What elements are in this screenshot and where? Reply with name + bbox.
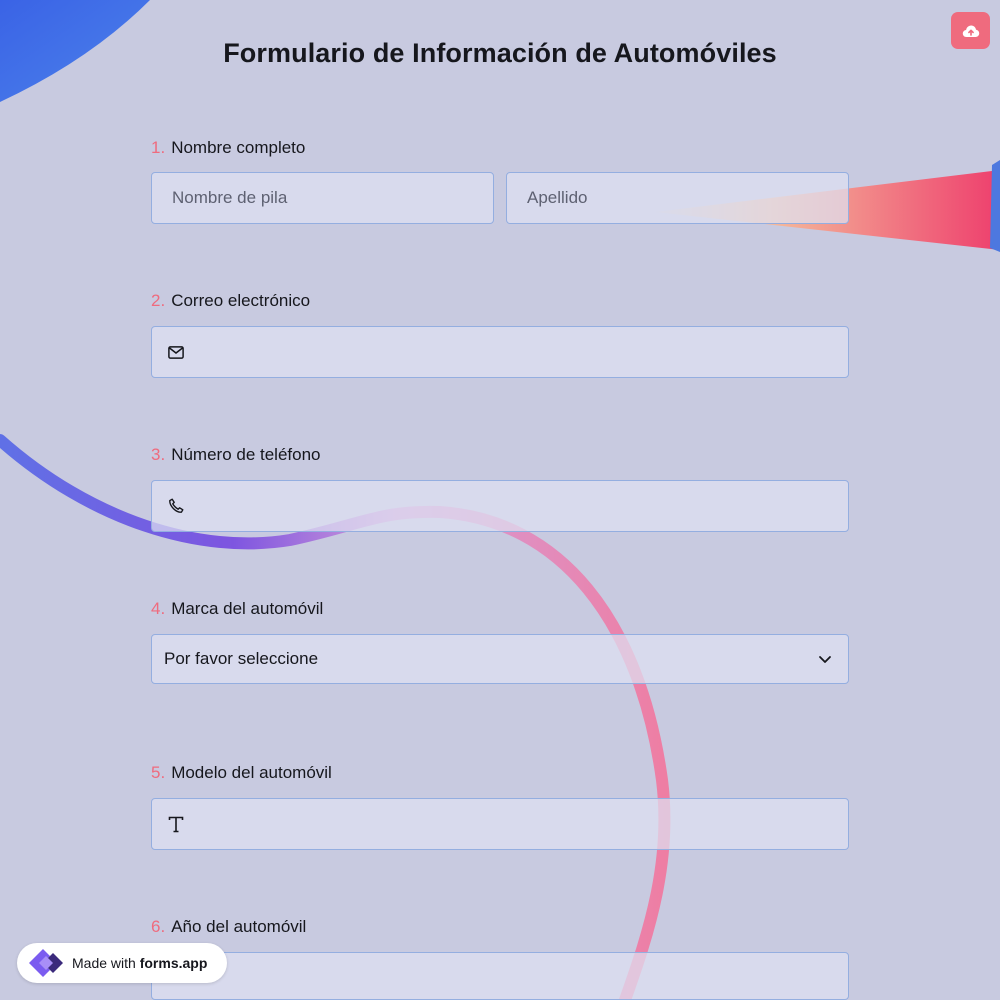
question-text: Modelo del automóvil [171,763,332,782]
chevron-down-icon [816,650,834,668]
question-text: Número de teléfono [171,445,321,464]
question-label: 4. Marca del automóvil [151,597,849,621]
email-input[interactable] [152,327,848,377]
car-brand-select[interactable]: Por favor seleccione [151,634,849,684]
car-model-field[interactable] [151,798,849,850]
phone-icon [166,496,186,516]
question-number: 6. [151,917,166,936]
phone-input[interactable] [152,481,848,531]
last-name-field[interactable] [506,172,849,224]
car-year-field[interactable] [151,952,849,1000]
car-model-input[interactable] [152,799,848,849]
question-car-brand: 4. Marca del automóvil Por favor seleccio… [151,597,849,684]
question-label: 2. Correo electrónico [151,289,849,313]
question-number: 3. [151,445,166,464]
forms-app-logo-icon [29,949,63,977]
question-full-name: 1. Nombre completo [151,136,849,224]
car-year-input[interactable] [152,953,848,999]
last-name-input[interactable] [507,173,848,223]
cloud-upload-icon [962,25,979,37]
email-field[interactable] [151,326,849,378]
question-car-year: 6. Año del automóvil [151,915,849,1000]
question-text: Correo electrónico [171,291,311,310]
question-car-model: 5. Modelo del automóvil [151,761,849,850]
question-label: 6. Año del automóvil [151,915,849,939]
text-icon [166,814,186,834]
badge-prefix: Made with [72,955,136,971]
question-label: 1. Nombre completo [151,136,849,160]
question-label: 3. Número de teléfono [151,443,849,467]
question-number: 5. [151,763,166,782]
question-text: Marca del automóvil [171,599,324,618]
question-email: 2. Correo electrónico [151,289,849,378]
question-text: Año del automóvil [171,917,307,936]
question-number: 2. [151,291,166,310]
upload-button[interactable] [951,12,990,49]
envelope-icon [166,342,186,362]
page-title: Formulario de Información de Automóviles [223,38,777,68]
question-number: 4. [151,599,166,618]
right-edge-shape [990,160,1000,252]
select-value: Por favor seleccione [164,649,319,668]
made-with-badge[interactable]: Made with forms.app [17,943,227,983]
badge-brand: forms.app [139,955,208,971]
question-label: 5. Modelo del automóvil [151,761,849,785]
first-name-input[interactable] [152,173,493,223]
phone-field[interactable] [151,480,849,532]
badge-text: Made with forms.app [72,955,207,971]
first-name-field[interactable] [151,172,494,224]
question-number: 1. [151,138,166,157]
question-text: Nombre completo [171,138,306,157]
question-phone: 3. Número de teléfono [151,443,849,532]
